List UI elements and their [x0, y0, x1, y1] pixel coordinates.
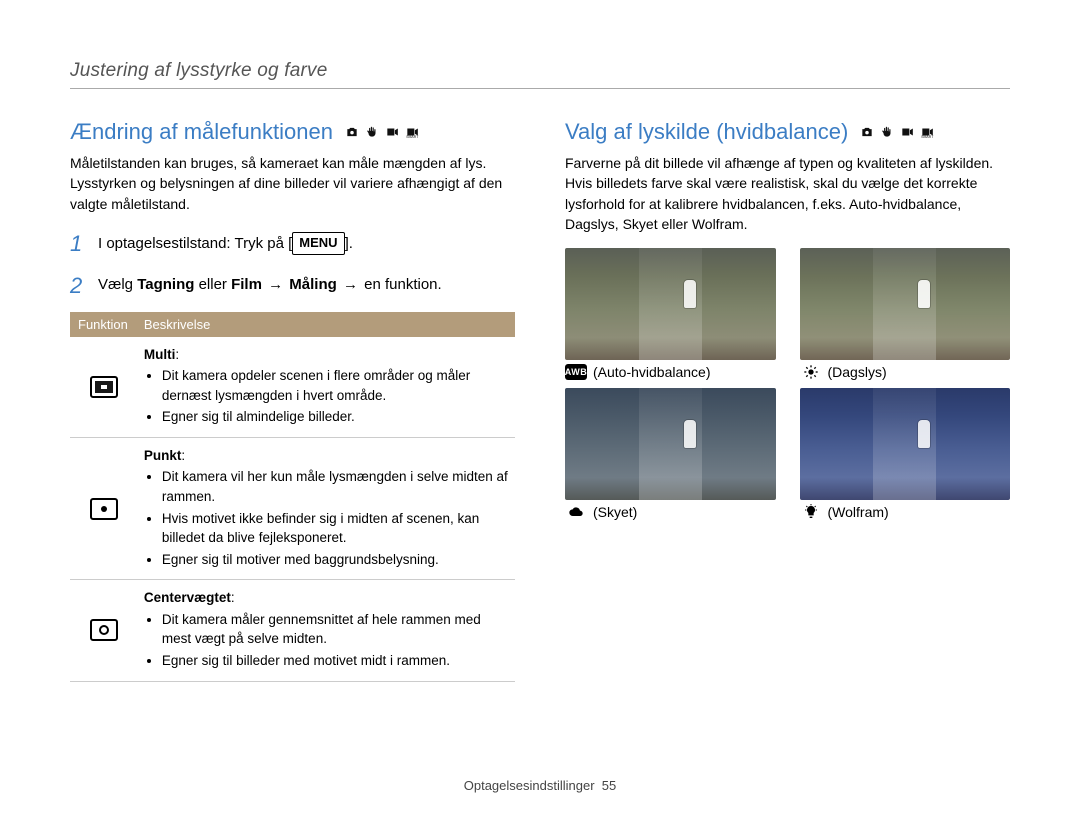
wb-sample-tung — [800, 388, 1011, 500]
movie-icon — [385, 125, 399, 139]
menu-button-label: MENU — [292, 232, 344, 255]
step1-suffix: ]. — [345, 235, 353, 252]
wb-label-tung: (Wolfram) — [828, 504, 889, 520]
step2-mid1: eller — [194, 276, 231, 293]
row-punkt-bullet-0: Dit kamera vil her kun måle lysmængden i… — [162, 467, 509, 506]
th-funktion: Funktion — [70, 312, 136, 337]
spot-metering-icon — [90, 498, 118, 520]
center-metering-icon — [90, 619, 118, 641]
row-punkt-bullet-2: Egner sig til motiver med baggrundsbelys… — [162, 550, 509, 570]
step2-end: en funktion. — [364, 276, 442, 293]
step-number-1: 1 — [70, 228, 88, 260]
right-column: Valg af lyskilde (hvidbalance) SMART Far… — [565, 119, 1010, 682]
mode-icons-left: SMART — [345, 125, 419, 139]
wb-label-cloud: (Skyet) — [593, 504, 637, 520]
movie-icon — [900, 125, 914, 139]
wb-sample-day — [800, 248, 1011, 360]
row-multi-bullet-1: Egner sig til almindelige billeder. — [162, 407, 509, 427]
smart-icon: SMART — [920, 125, 934, 139]
hand-icon — [880, 125, 894, 139]
step2-tagning: Tagning — [137, 276, 194, 293]
wb-item-tung: (Wolfram) — [800, 388, 1011, 520]
mode-icons-right: SMART — [860, 125, 934, 139]
svg-text:SMART: SMART — [406, 135, 419, 139]
table-row: Multi: Dit kamera opdeler scenen i flere… — [70, 337, 515, 438]
wb-intro: Farverne på dit billede vil afhænge af t… — [565, 153, 1010, 234]
section-title-wb: Valg af lyskilde (hvidbalance) — [565, 119, 848, 145]
step-1: 1 I optagelsestilstand: Tryk på [MENU]. — [70, 228, 515, 260]
metering-function-table: Funktion Beskrivelse Multi: Dit kamera o… — [70, 312, 515, 682]
svg-text:SMART: SMART — [921, 135, 934, 139]
step2-arrow2: → — [337, 276, 364, 293]
step1-prefix: I optagelsestilstand: Tryk på [ — [98, 235, 292, 252]
metering-intro: Måletilstanden kan bruges, så kameraet k… — [70, 153, 515, 214]
wb-item-cloud: (Skyet) — [565, 388, 776, 520]
step-2: 2 Vælg Tagning eller Film → Måling → en … — [70, 270, 515, 302]
step-number-2: 2 — [70, 270, 88, 302]
th-beskrivelse: Beskrivelse — [136, 312, 515, 337]
row-center-bullet-1: Egner sig til billeder med motivet midt … — [162, 651, 509, 671]
step2-prefix: Vælg — [98, 276, 137, 293]
wb-sample-cloud — [565, 388, 776, 500]
step2-arrow1: → — [262, 276, 289, 293]
row-title-multi: Multi — [144, 347, 176, 362]
left-column: Ændring af målefunktionen SMART Måletils… — [70, 119, 515, 682]
step2-film: Film — [231, 276, 262, 293]
wb-item-day: (Dagslys) — [800, 248, 1011, 380]
table-row: Centervægtet: Dit kamera måler gennemsni… — [70, 580, 515, 681]
awb-icon — [565, 364, 587, 380]
wb-sample-awb — [565, 248, 776, 360]
row-multi-bullet-0: Dit kamera opdeler scenen i flere område… — [162, 366, 509, 405]
row-punkt-bullet-1: Hvis motivet ikke befinder sig i midten … — [162, 509, 509, 548]
multi-metering-icon — [90, 376, 118, 398]
camera-icon — [860, 125, 874, 139]
cloudy-icon — [565, 504, 587, 520]
footer-page-number: 55 — [602, 778, 616, 793]
row-center-bullet-0: Dit kamera måler gennemsnittet af hele r… — [162, 610, 509, 649]
wb-item-awb: (Auto-hvidbalance) — [565, 248, 776, 380]
section-title-metering: Ændring af målefunktionen — [70, 119, 333, 145]
row-title-punkt: Punkt — [144, 448, 182, 463]
step2-maaling: Måling — [289, 276, 337, 293]
daylight-icon — [800, 364, 822, 380]
wb-label-day: (Dagslys) — [828, 364, 887, 380]
smart-icon: SMART — [405, 125, 419, 139]
row-title-center: Centervægtet — [144, 590, 231, 605]
table-row: Punkt: Dit kamera vil her kun måle lysmæ… — [70, 437, 515, 579]
wb-label-awb: (Auto-hvidbalance) — [593, 364, 711, 380]
footer-section: Optagelsesindstillinger — [464, 778, 595, 793]
page-footer: Optagelsesindstillinger 55 — [0, 778, 1080, 793]
page-header: Justering af lysstyrke og farve — [70, 60, 1010, 89]
tungsten-icon — [800, 504, 822, 520]
camera-icon — [345, 125, 359, 139]
hand-icon — [365, 125, 379, 139]
